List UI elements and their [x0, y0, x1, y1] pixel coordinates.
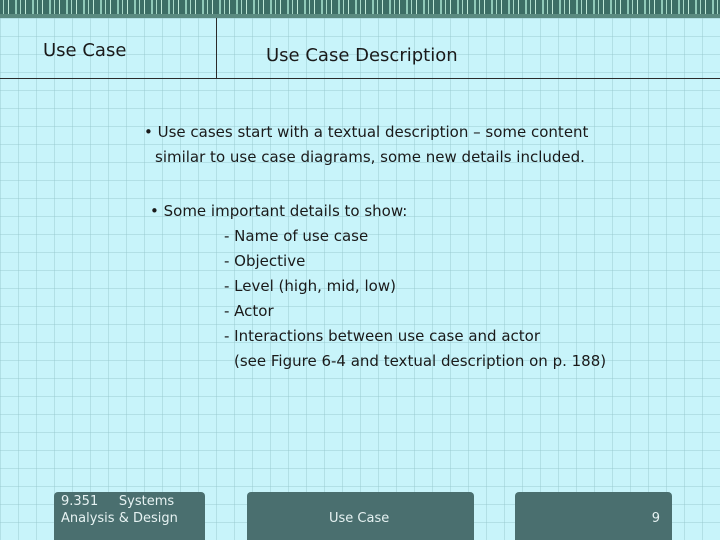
header-section-label: Use Case: [43, 40, 127, 61]
bullet-1-line-2: similar to use case diagrams, some new d…: [155, 148, 585, 166]
strip-edge: [0, 14, 720, 18]
slide-title: Use Case Description: [266, 45, 458, 66]
detail-item: - Interactions between use case and acto…: [224, 327, 540, 345]
footer-course-line-1: 9.351 Systems: [61, 494, 175, 509]
decorative-circuit-strip: [0, 0, 720, 14]
footer-course-line-2: Analysis & Design: [61, 511, 178, 526]
reference-note: (see Figure 6-4 and textual description …: [234, 352, 607, 370]
header-rule: [0, 78, 720, 79]
footer-topic: Use Case: [329, 511, 390, 526]
detail-item: - Objective: [224, 252, 306, 270]
detail-item: - Name of use case: [224, 227, 369, 245]
page-number: 9: [651, 511, 660, 526]
detail-item: - Level (high, mid, low): [224, 277, 396, 295]
footer-topic-box: Use Case: [247, 492, 474, 540]
header-divider: [216, 18, 217, 78]
footer-course-box: 9.351 Systems Analysis & Design: [54, 492, 205, 540]
bullet-1-line-1: • Use cases start with a textual descrip…: [144, 123, 589, 141]
detail-item: - Actor: [224, 302, 274, 320]
bullet-2: • Some important details to show:: [150, 202, 408, 220]
footer-page-box: 9: [515, 492, 672, 540]
